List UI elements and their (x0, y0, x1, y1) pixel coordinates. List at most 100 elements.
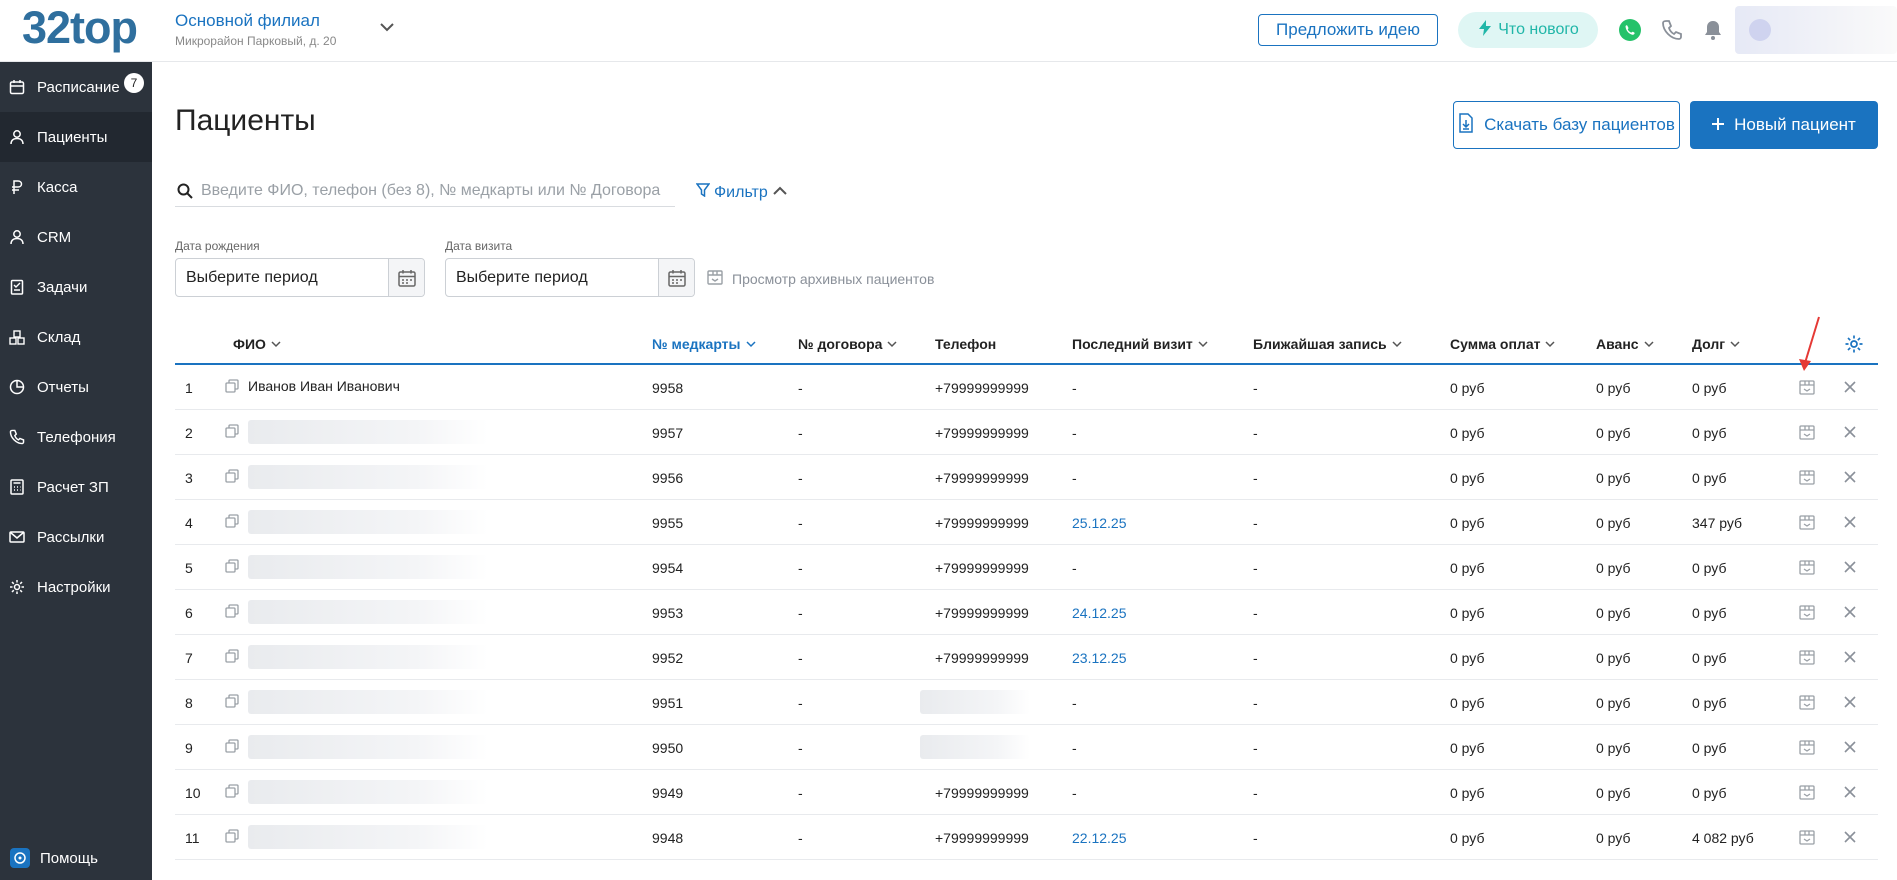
cell-fio-blurred[interactable] (248, 420, 488, 444)
sidebar-item-tasks[interactable]: Задачи (0, 262, 152, 312)
column-fio[interactable]: ФИО (233, 336, 281, 352)
copy-icon[interactable] (225, 379, 239, 393)
chevron-down-icon[interactable] (378, 18, 396, 36)
suggest-idea-button[interactable]: Предложить идею (1258, 14, 1438, 46)
copy-icon[interactable] (225, 604, 239, 618)
cell-last-visit[interactable]: 25.12.25 (1072, 515, 1127, 531)
archive-box-icon[interactable] (1798, 468, 1816, 486)
birth-date-picker[interactable]: Выберите период (175, 258, 425, 297)
sidebar-item-cash[interactable]: Касса (0, 162, 152, 212)
table-row[interactable]: 10 9949 - +79999999999 - - 0 руб 0 руб 0 руб (175, 770, 1878, 815)
table-row[interactable]: 3 9956 - +79999999999 - - 0 руб 0 руб 0 руб (175, 455, 1878, 500)
copy-icon[interactable] (225, 469, 239, 483)
column-last-visit[interactable]: Последний визит (1072, 336, 1208, 352)
copy-icon[interactable] (225, 694, 239, 708)
close-icon[interactable] (1842, 784, 1858, 800)
download-patients-button[interactable]: Скачать базу пациентов (1453, 101, 1680, 149)
close-icon[interactable] (1842, 514, 1858, 530)
archive-box-icon[interactable] (1798, 648, 1816, 666)
archive-box-icon[interactable] (1798, 378, 1816, 396)
search-input[interactable] (201, 181, 671, 200)
copy-icon[interactable] (225, 514, 239, 528)
column-next-appointment[interactable]: Ближайшая запись (1253, 336, 1402, 352)
whatsapp-icon[interactable] (1616, 16, 1644, 44)
sidebar-item-telephony[interactable]: Телефония (0, 412, 152, 462)
user-menu[interactable] (1735, 6, 1897, 54)
table-row[interactable]: Иванов Иван Иванович 1 9958 - +79999999999 - -… (175, 365, 1878, 410)
help-button[interactable]: Помощь (0, 836, 152, 880)
sidebar-item-mailings[interactable]: Рассылки (0, 512, 152, 562)
cell-contract: - (798, 650, 803, 666)
cell-fio[interactable]: Иванов Иван Иванович (248, 378, 400, 394)
cell-last-visit[interactable]: 23.12.25 (1072, 650, 1127, 666)
table-row[interactable]: 11 9948 - +79999999999 22.12.25 - 0 руб 0 руб 4 … (175, 815, 1878, 860)
column-contract[interactable]: № договора (798, 336, 897, 352)
archive-box-icon[interactable] (1798, 423, 1816, 441)
gear-icon[interactable] (1844, 334, 1864, 354)
cell-fio-blurred[interactable] (248, 465, 488, 489)
logo[interactable]: 32top (22, 2, 138, 54)
sidebar-item-settings[interactable]: Настройки (0, 562, 152, 612)
archive-box-icon[interactable] (1798, 603, 1816, 621)
cell-last-visit[interactable]: 22.12.25 (1072, 830, 1127, 846)
phone-icon[interactable] (1658, 16, 1686, 44)
table-row[interactable]: 4 9955 - +79999999999 25.12.25 - 0 руб 0 руб 347… (175, 500, 1878, 545)
close-icon[interactable] (1842, 739, 1858, 755)
cell-fio-blurred[interactable] (248, 735, 488, 759)
copy-icon[interactable] (225, 784, 239, 798)
cell-fio-blurred[interactable] (248, 510, 488, 534)
close-icon[interactable] (1842, 469, 1858, 485)
archive-box-icon[interactable] (1798, 828, 1816, 846)
calendar-icon[interactable] (388, 259, 424, 296)
close-icon[interactable] (1842, 829, 1858, 845)
archive-patients-link[interactable]: Просмотр архивных пациентов (706, 268, 934, 289)
close-icon[interactable] (1842, 559, 1858, 575)
archive-box-icon[interactable] (1798, 513, 1816, 531)
new-patient-button[interactable]: Новый пациент (1690, 101, 1878, 149)
column-card[interactable]: № медкарты (652, 336, 756, 352)
cell-fio-blurred[interactable] (248, 555, 488, 579)
cell-fio-blurred[interactable] (248, 825, 488, 849)
copy-icon[interactable] (225, 829, 239, 843)
branch-selector[interactable]: Основной филиал Микрорайон Парковый, д. … (175, 11, 336, 48)
column-paid[interactable]: Сумма оплат (1450, 336, 1555, 352)
cell-fio-blurred[interactable] (248, 780, 488, 804)
sidebar-item-reports[interactable]: Отчеты (0, 362, 152, 412)
bell-icon[interactable] (1699, 16, 1727, 44)
sidebar-item-warehouse[interactable]: Склад (0, 312, 152, 362)
archive-box-icon[interactable] (1798, 693, 1816, 711)
whats-new-button[interactable]: Что нового (1458, 12, 1598, 48)
copy-icon[interactable] (225, 739, 239, 753)
archive-box-icon[interactable] (1798, 783, 1816, 801)
table-row[interactable]: 2 9957 - +79999999999 - - 0 руб 0 руб 0 руб (175, 410, 1878, 455)
sidebar-item-patients[interactable]: Пациенты (0, 112, 152, 162)
table-row[interactable]: 6 9953 - +79999999999 24.12.25 - 0 руб 0 руб 0 р… (175, 590, 1878, 635)
archive-box-icon[interactable] (1798, 558, 1816, 576)
cell-fio-blurred[interactable] (248, 690, 488, 714)
calendar-icon[interactable] (658, 259, 694, 296)
column-debt[interactable]: Долг (1692, 336, 1740, 352)
table-row[interactable]: 9 9950 - - - 0 руб 0 руб 0 руб (175, 725, 1878, 770)
close-icon[interactable] (1842, 379, 1858, 395)
cell-fio-blurred[interactable] (248, 600, 488, 624)
close-icon[interactable] (1842, 694, 1858, 710)
sidebar-item-salary[interactable]: Расчет ЗП (0, 462, 152, 512)
sidebar-item-crm[interactable]: CRM (0, 212, 152, 262)
copy-icon[interactable] (225, 649, 239, 663)
cell-last-visit[interactable]: 24.12.25 (1072, 605, 1127, 621)
cell-fio-blurred[interactable] (248, 645, 488, 669)
archive-box-icon[interactable] (1798, 738, 1816, 756)
close-icon[interactable] (1842, 424, 1858, 440)
table-row[interactable]: 8 9951 - - - 0 руб 0 руб 0 руб (175, 680, 1878, 725)
column-advance[interactable]: Аванс (1596, 336, 1654, 352)
copy-icon[interactable] (225, 559, 239, 573)
close-icon[interactable] (1842, 604, 1858, 620)
cell-contract: - (798, 785, 803, 801)
table-row[interactable]: 5 9954 - +79999999999 - - 0 руб 0 руб 0 руб (175, 545, 1878, 590)
copy-icon[interactable] (225, 424, 239, 438)
sidebar-item-schedule[interactable]: Расписание 7 (0, 62, 152, 112)
close-icon[interactable] (1842, 649, 1858, 665)
filter-toggle[interactable]: Фильтр (695, 183, 788, 202)
table-row[interactable]: 7 9952 - +79999999999 23.12.25 - 0 руб 0 руб 0 р… (175, 635, 1878, 680)
visit-date-picker[interactable]: Выберите период (445, 258, 695, 297)
